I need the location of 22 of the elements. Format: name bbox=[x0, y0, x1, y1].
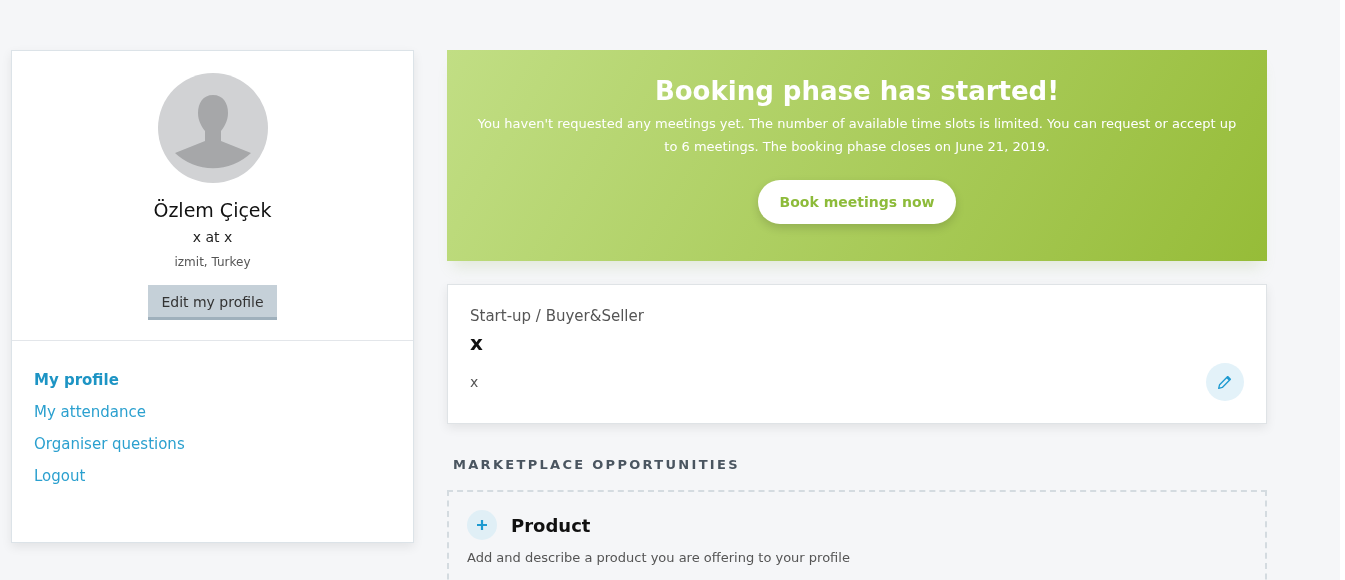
section-heading: MARKETPLACE OPPORTUNITIES bbox=[453, 457, 741, 472]
company-name: x bbox=[470, 331, 484, 355]
menu-link[interactable]: Organiser questions bbox=[34, 435, 391, 453]
book-meetings-button[interactable]: Book meetings now bbox=[757, 180, 957, 224]
edit-button[interactable] bbox=[1206, 363, 1244, 401]
banner-text: You haven't requested any meetings yet. The number of available time slots is limited. You can request or accept up to 6 meetings. The booking phase closes on June 21, 2019. bbox=[477, 115, 1237, 156]
edit-profile-button[interactable]: Edit my profile bbox=[148, 285, 277, 320]
menu-link[interactable]: Logout bbox=[34, 467, 391, 485]
company-type: Start-up / Buyer&Seller bbox=[470, 307, 645, 325]
pencil-icon[interactable] bbox=[1216, 373, 1234, 391]
menu-link[interactable]: My attendance bbox=[34, 403, 391, 421]
plus-icon[interactable] bbox=[467, 510, 497, 540]
avatar-icon bbox=[157, 73, 268, 183]
opportunity-title: Product bbox=[511, 514, 591, 536]
menu-link[interactable]: My profile bbox=[34, 371, 391, 389]
profile-position: x at x bbox=[192, 229, 233, 245]
add-opportunity-box[interactable]: Product Add and describe a product you are offering to your profile bbox=[447, 490, 1267, 580]
banner-title: Booking phase has started! bbox=[654, 76, 1060, 106]
company-description: x bbox=[470, 374, 479, 390]
profile-name: Özlem Çiçek bbox=[153, 199, 272, 221]
opportunity-description: Add and describe a product you are offering to your profile bbox=[467, 550, 851, 565]
profile-location: izmit, Turkey bbox=[174, 255, 251, 269]
